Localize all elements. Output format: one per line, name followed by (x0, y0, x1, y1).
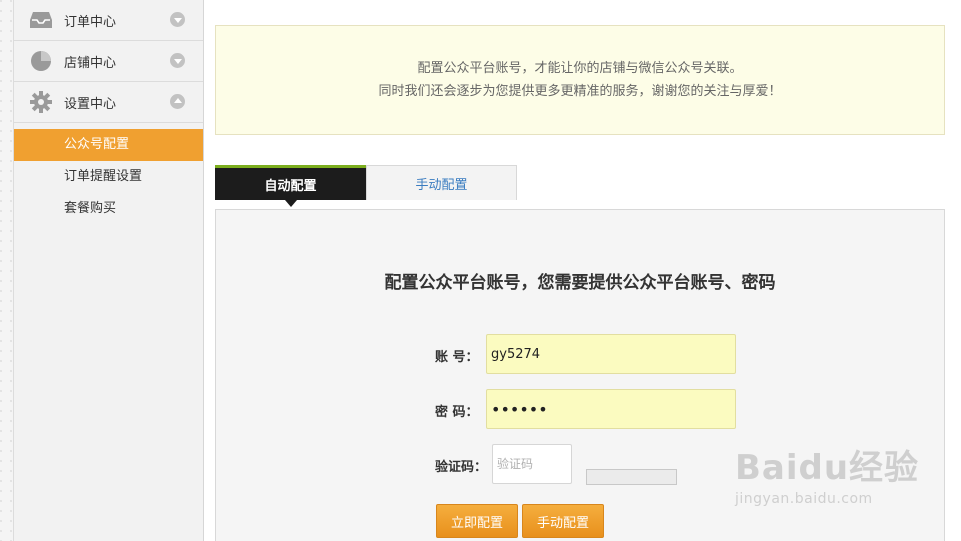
settings-submenu: 公众号配置 订单提醒设置 套餐购买 (14, 129, 203, 225)
sidebar-group-label: 店铺中心 (64, 55, 117, 71)
captcha-label: 验证码： (435, 460, 488, 475)
inbox-icon (30, 9, 52, 31)
sidebar-group-orders[interactable]: 订单中心 (14, 0, 203, 41)
notice-line: 配置公众平台账号，才能让你的店铺与微信公众号关联。 (417, 61, 743, 76)
chevron-up-icon[interactable] (170, 94, 185, 109)
watermark-url: jingyan.baidu.com (735, 491, 873, 507)
sidebar-group-label: 设置中心 (64, 96, 117, 112)
sidebar-item-order-reminder[interactable]: 订单提醒设置 (14, 161, 203, 193)
tab-manual-config[interactable]: 手动配置 (366, 165, 517, 200)
captcha-input[interactable] (492, 444, 572, 484)
sidebar-group-label: 订单中心 (64, 14, 117, 30)
sidebar-group-store[interactable]: 店铺中心 (14, 41, 203, 82)
password-label: 密 码： (435, 405, 479, 420)
watermark-brand: Baidu经验 (735, 448, 920, 488)
notice-box: 配置公众平台账号，才能让你的店铺与微信公众号关联。 同时我们还会逐步为您提供更多… (215, 25, 945, 135)
manual-config-button[interactable]: 手动配置 (522, 504, 604, 538)
baidu-watermark: Baidu经验 jingyan.baidu.com (735, 440, 919, 507)
submit-config-button[interactable]: 立即配置 (436, 504, 518, 538)
notice-line: 同时我们还会逐步为您提供更多更精准的服务，谢谢您的关注与厚爱！ (378, 84, 782, 99)
captcha-image[interactable] (586, 469, 677, 485)
account-label: 账 号： (435, 350, 479, 365)
sidebar: 订单中心 店铺中心 设置中心 公众号配置 订单提醒设置 套餐购买 (13, 0, 204, 541)
tab-auto-config[interactable]: 自动配置 (215, 165, 366, 207)
sidebar-item-package-purchase[interactable]: 套餐购买 (14, 193, 203, 225)
chevron-down-icon[interactable] (170, 53, 185, 68)
panel-title: 配置公众平台账号，您需要提供公众平台账号、密码 (384, 273, 776, 293)
gear-icon (30, 91, 52, 113)
sidebar-item-account-config[interactable]: 公众号配置 (14, 129, 203, 161)
chevron-down-icon[interactable] (170, 12, 185, 27)
pie-chart-icon (30, 50, 52, 72)
config-tabs: 自动配置 手动配置 (215, 165, 517, 207)
password-input[interactable] (486, 389, 736, 429)
account-input[interactable] (486, 334, 736, 374)
sidebar-group-settings[interactable]: 设置中心 (14, 82, 203, 123)
